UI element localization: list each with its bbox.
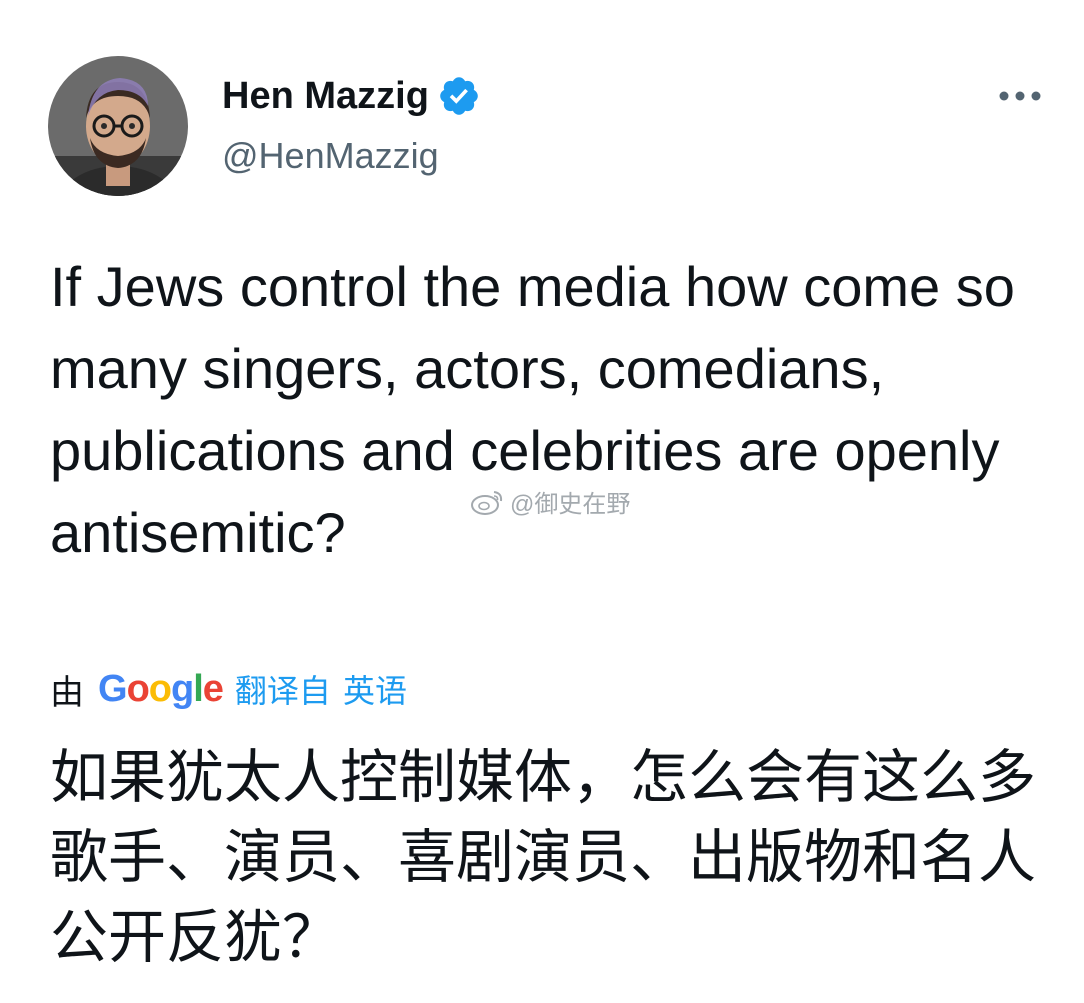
translated-tweet-text: 如果犹太人控制媒体，怎么会有这么多歌手、演员、喜剧演员、出版物和名人公开反犹？ [50, 745, 1037, 970]
translation-attribution: 由 Google 翻译自 英语 [50, 664, 407, 714]
google-letter: e [202, 667, 224, 710]
watermark: @御史在野 [470, 484, 630, 519]
weibo-logo-icon [471, 490, 503, 515]
avatar-image [48, 56, 188, 196]
translated-from-label: 翻译自 [234, 673, 331, 709]
author-display-name[interactable]: Hen Mazzig [222, 74, 481, 118]
tweet-text: If Jews control the media how come so ma… [50, 255, 1015, 564]
google-letter: l [193, 667, 204, 710]
translation-prefix: 由 [50, 673, 84, 712]
more-dots-icon [999, 91, 1041, 101]
google-logo: Google [98, 667, 224, 711]
display-name-text: Hen Mazzig [222, 75, 429, 117]
verified-badge-icon [437, 74, 481, 118]
author-avatar[interactable] [48, 56, 188, 196]
source-language: 英语 [342, 673, 407, 709]
google-letter: o [148, 667, 172, 710]
author-handle[interactable]: @HenMazzig [222, 134, 439, 178]
google-letter: G [98, 667, 128, 710]
more-options-button[interactable] [994, 78, 1046, 114]
watermark-text: @御史在野 [510, 491, 631, 518]
google-letter: g [171, 667, 194, 710]
translated-from-link[interactable]: 翻译自 英语 [235, 666, 407, 712]
google-letter: o [126, 667, 150, 710]
